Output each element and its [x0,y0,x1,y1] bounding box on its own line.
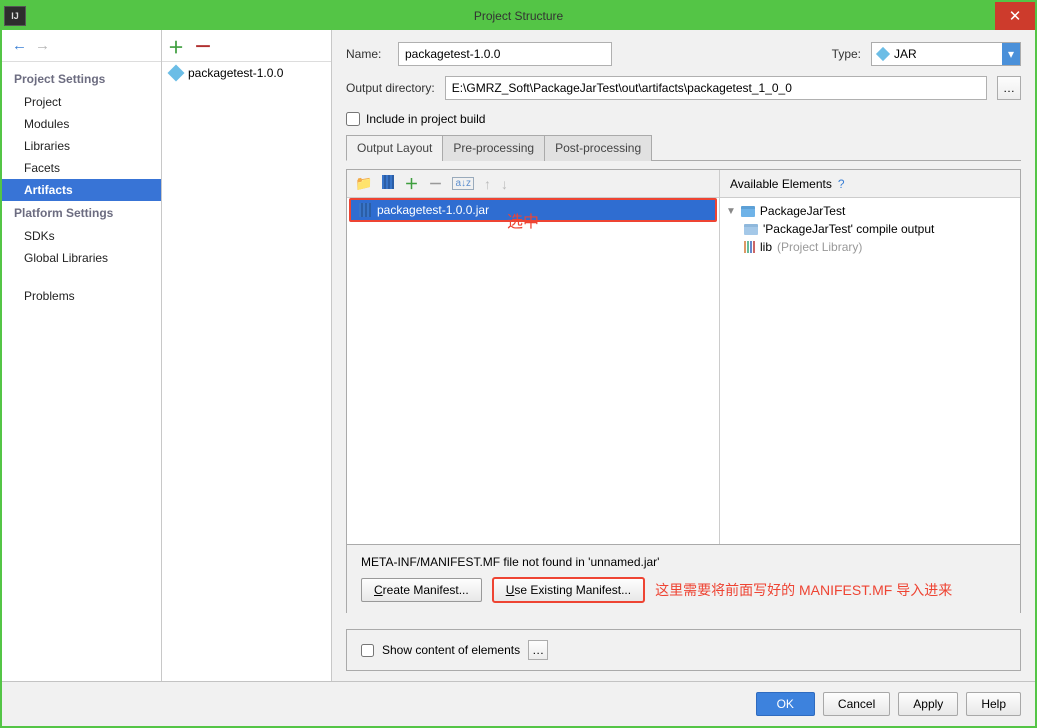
dialog-window: IJ Project Structure ✕ ← → Project Setti… [0,0,1037,728]
forward-icon[interactable]: → [35,37,50,54]
name-input[interactable] [398,42,612,66]
expand-icon[interactable]: ▼ [726,206,736,217]
add-icon[interactable]: ＋ [404,174,418,194]
cancel-button[interactable]: Cancel [823,692,890,716]
apply-button[interactable]: Apply [898,692,958,716]
main-area: ← → Project Settings Project Modules Lib… [2,30,1035,681]
layout-toolbar: 📁 ＋ － a↓z ↑ ↓ [347,170,719,198]
form-area: Name: Type: JAR ▾ Output directory: [332,30,1035,134]
archive-icon [359,203,371,217]
sort-icon[interactable]: a↓z [452,177,474,190]
sidebar-item-project[interactable]: Project [2,91,161,113]
output-label: Output directory: [346,81,435,95]
sidebar-list: Project Settings Project Modules Librari… [2,62,161,312]
browse-button[interactable]: … [997,76,1021,100]
sidebar-item-facets[interactable]: Facets [2,157,161,179]
tab-output-layout[interactable]: Output Layout [346,135,443,161]
titlebar: IJ Project Structure ✕ [2,2,1035,30]
manifest-buttons-row: CCreate Manifest...reate Manifest... Use… [361,577,1006,603]
type-select[interactable]: JAR ▾ [871,42,1021,66]
artifact-icon [168,65,185,82]
root-name: PackageJarTest [760,204,845,218]
archive-toolbar-icon[interactable] [382,175,394,192]
artifact-label: packagetest-1.0.0 [188,66,283,80]
artifact-panel: ＋ － packagetest-1.0.0 [162,30,332,681]
type-label: Type: [832,47,861,61]
manifest-not-found: META-INF/MANIFEST.MF file not found in '… [361,555,1006,569]
remove-artifact-icon[interactable]: － [194,33,212,59]
nav-arrows: ← → [2,30,161,62]
layout-right: Available Elements ? ▼ PackageJarTest [720,170,1020,544]
artifact-toolbar: ＋ － [162,30,331,62]
sidebar-item-problems[interactable]: Problems [2,285,161,307]
content-panel: Name: Type: JAR ▾ Output directory: [332,30,1035,681]
ok-button[interactable]: OK [756,692,815,716]
move-up-icon[interactable]: ↑ [484,176,491,192]
dropdown-arrow-icon: ▾ [1002,43,1020,65]
window-title: Project Structure [474,9,563,23]
show-content-row: Show content of elements … [346,629,1021,671]
remove-icon[interactable]: － [428,174,442,194]
sidebar-item-modules[interactable]: Modules [2,113,161,135]
help-icon[interactable]: ? [838,177,845,191]
annotation-select: 选中 [507,208,539,232]
new-folder-icon[interactable]: 📁 [355,175,372,192]
available-header: Available Elements ? [720,170,1020,198]
layout-area: 📁 ＋ － a↓z ↑ ↓ pack [346,169,1021,613]
name-row: Name: Type: JAR ▾ [346,42,1021,66]
sidebar-header-platform: Platform Settings [2,201,161,225]
add-artifact-icon[interactable]: ＋ [168,34,184,58]
help-button[interactable]: Help [966,692,1021,716]
move-down-icon[interactable]: ↓ [501,176,508,192]
back-icon[interactable]: ← [12,37,27,54]
include-checkbox[interactable] [346,112,360,126]
lib-label: lib [760,240,772,254]
include-row: Include in project build [346,110,1021,126]
sidebar: ← → Project Settings Project Modules Lib… [2,30,162,681]
show-content-browse[interactable]: … [528,640,548,660]
annotation-import: 这里需要将前面写好的 MANIFEST.MF 导入进来 [655,580,952,600]
module-icon [744,224,758,235]
bottom-bar: OK Cancel Apply Help [2,681,1035,726]
show-content-label: Show content of elements [382,643,520,657]
artifact-row[interactable]: packagetest-1.0.0 [162,62,331,84]
type-value: JAR [894,47,917,61]
app-icon: IJ [4,6,26,26]
library-icon [744,241,755,253]
name-label: Name: [346,47,388,61]
tree-row-root[interactable]: ▼ PackageJarTest [726,202,1014,220]
compile-label: 'PackageJarTest' compile output [763,222,934,236]
create-manifest-button[interactable]: CCreate Manifest...reate Manifest... [361,578,482,602]
sidebar-item-artifacts[interactable]: Artifacts [2,179,161,201]
layout-split: 📁 ＋ － a↓z ↑ ↓ pack [347,170,1020,544]
tab-pre-processing[interactable]: Pre-processing [442,135,545,161]
layout-tree: packagetest-1.0.0.jar [347,198,719,544]
use-existing-manifest-button[interactable]: Use Existing Manifest... [492,577,645,603]
layout-left: 📁 ＋ － a↓z ↑ ↓ pack [347,170,720,544]
tab-post-processing[interactable]: Post-processing [544,135,652,161]
jar-icon [876,47,890,61]
include-label: Include in project build [366,112,485,126]
sidebar-item-sdks[interactable]: SDKs [2,225,161,247]
lib-suffix: (Project Library) [777,240,862,254]
tabs: Output Layout Pre-processing Post-proces… [346,134,1021,161]
sidebar-header-project: Project Settings [2,67,161,91]
show-content-checkbox[interactable] [361,644,374,657]
manifest-bar: META-INF/MANIFEST.MF file not found in '… [347,544,1020,613]
output-row: Output directory: … [346,76,1021,100]
tree-row-lib[interactable]: lib (Project Library) [726,238,1014,256]
dialog-body: ← → Project Settings Project Modules Lib… [2,30,1035,726]
tree-row-compile[interactable]: 'PackageJarTest' compile output [726,220,1014,238]
available-tree: ▼ PackageJarTest 'PackageJarTest' compil… [720,198,1020,260]
output-dir-input[interactable] [445,76,987,100]
jar-name: packagetest-1.0.0.jar [377,203,489,217]
sidebar-item-libraries[interactable]: Libraries [2,135,161,157]
folder-icon [741,206,755,217]
sidebar-item-global-libraries[interactable]: Global Libraries [2,247,161,269]
available-label: Available Elements [730,177,832,191]
close-button[interactable]: ✕ [995,2,1035,30]
